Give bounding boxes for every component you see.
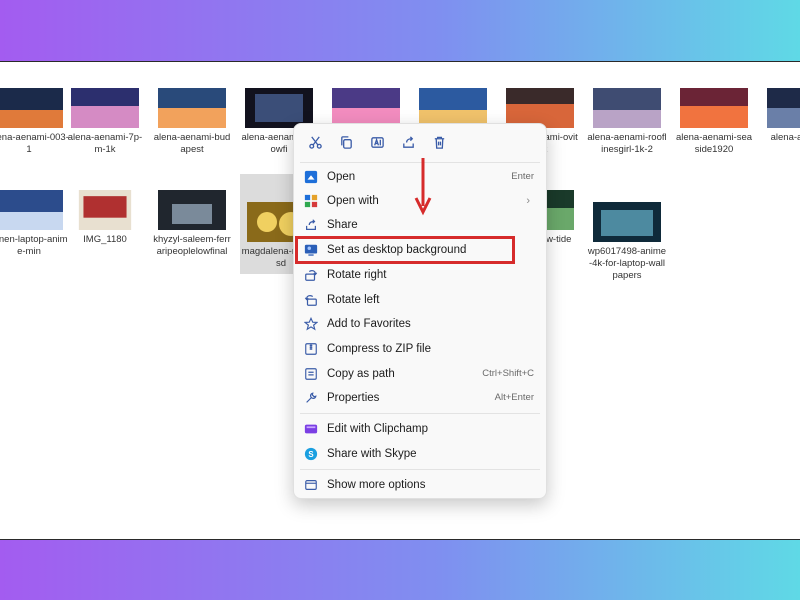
file-item-13[interactable]: khyzyl-saleem-ferraripeoplelowfinal <box>151 190 233 258</box>
image-thumbnail <box>593 202 661 242</box>
menu-item-rotate-left[interactable]: Rotate left <box>298 288 542 311</box>
menu-item-label: Share <box>327 218 358 231</box>
clipchamp-icon <box>303 421 319 437</box>
delete-button[interactable] <box>424 130 454 154</box>
open-icon <box>303 169 319 185</box>
more-options-icon <box>303 477 319 493</box>
svg-text:S: S <box>308 450 313 459</box>
share-button[interactable] <box>393 130 423 154</box>
image-thumbnail <box>680 88 748 128</box>
menu-item-label: Rotate right <box>327 268 387 281</box>
rotate-left-icon <box>303 292 319 308</box>
file-name: alena-aenami-7p-m-1k <box>67 132 143 155</box>
rename-button[interactable] <box>362 130 392 154</box>
file-name: IMG_1180 <box>83 234 127 245</box>
image-thumbnail <box>158 190 226 230</box>
file-name: alena-aenami- <box>770 132 800 143</box>
menu-item-label: Copy as path <box>327 367 395 380</box>
file-item-1[interactable]: alena-aenami-003-1 <box>0 88 70 156</box>
menu-item-share[interactable]: Share <box>298 213 542 236</box>
image-thumbnail <box>767 88 800 128</box>
file-item-8[interactable]: alena-aenami-rooflinesgirl-1k-2 <box>586 88 668 156</box>
image-thumbnail <box>332 88 400 128</box>
menu-item-add-to-favorites[interactable]: Add to Favorites <box>298 312 542 335</box>
menu-item-edit-with-clipchamp[interactable]: Edit with Clipchamp <box>298 417 542 440</box>
menu-item-label: Compress to ZIP file <box>327 342 431 355</box>
file-name: wp6017498-anime-4k-for-laptop-wallpapers <box>587 246 667 281</box>
menu-item-shortcut: Enter <box>511 171 534 182</box>
file-name: alena-aenami-budapest <box>153 132 231 155</box>
image-thumbnail <box>506 88 574 128</box>
rotate-right-icon <box>303 267 319 283</box>
zip-icon <box>303 341 319 357</box>
share-icon <box>402 135 414 148</box>
open-with-icon <box>303 193 319 209</box>
menu-item-label: Share with Skype <box>327 447 417 460</box>
menu-item-label: Add to Favorites <box>327 317 411 330</box>
file-item-3[interactable]: alena-aenami-budapest <box>151 88 233 156</box>
menu-separator <box>300 469 540 470</box>
delete-icon <box>434 136 444 149</box>
menu-item-rotate-right[interactable]: Rotate right <box>298 263 542 286</box>
copy-icon <box>340 135 352 149</box>
cut-button[interactable] <box>300 130 330 154</box>
image-thumbnail <box>0 190 63 230</box>
red-down-arrow-icon <box>414 158 432 216</box>
copy-path-icon <box>303 366 319 382</box>
file-item-2[interactable]: alena-aenami-7p-m-1k <box>64 88 146 156</box>
menu-item-label: Properties <box>327 391 380 404</box>
menu-item-properties[interactable]: Properties Alt+Enter <box>298 386 542 409</box>
cut-icon <box>308 135 322 149</box>
menu-item-compress-zip[interactable]: Compress to ZIP file <box>298 337 542 360</box>
menu-item-copy-as-path[interactable]: Copy as path Ctrl+Shift+C <box>298 362 542 385</box>
menu-item-share-with-skype[interactable]: S Share with Skype <box>298 442 542 465</box>
file-name: alena-aenami-003-1 <box>0 132 69 155</box>
image-thumbnail <box>71 88 139 128</box>
menu-item-shortcut: Alt+Enter <box>494 392 534 403</box>
star-icon <box>303 316 319 332</box>
properties-icon <box>303 390 319 406</box>
rename-icon <box>370 136 384 148</box>
image-thumbnail <box>158 88 226 128</box>
file-name: alena-aenami-rooflinesgirl-1k-2 <box>587 132 667 155</box>
copy-button[interactable] <box>331 130 361 154</box>
file-name: n-nen-laptop-anime-min <box>0 234 68 257</box>
share-icon <box>303 217 319 233</box>
quick-actions-bar <box>300 130 540 156</box>
image-thumbnail <box>245 88 313 128</box>
menu-separator <box>300 413 540 414</box>
menu-item-shortcut: Ctrl+Shift+C <box>482 368 534 379</box>
menu-item-show-more-options[interactable]: Show more options <box>298 473 542 496</box>
menu-item-label: Rotate left <box>327 293 380 306</box>
skype-icon: S <box>303 446 319 462</box>
image-thumbnail <box>78 190 132 230</box>
image-thumbnail <box>593 88 661 128</box>
file-item-9[interactable]: alena-aenami-seaside1920 <box>673 88 755 156</box>
file-name: khyzyl-saleem-ferraripeoplelowfinal <box>153 234 231 257</box>
menu-item-label: Edit with Clipchamp <box>327 422 428 435</box>
file-name: alena-aenami-seaside1920 <box>675 132 753 155</box>
image-thumbnail <box>419 88 487 128</box>
file-item-16[interactable]: wp6017498-anime-4k-for-laptop-wallpapers <box>586 202 668 282</box>
image-thumbnail <box>0 88 63 128</box>
menu-item-label: Show more options <box>327 478 426 491</box>
file-item-11[interactable]: n-nen-laptop-anime-min <box>0 190 70 258</box>
file-item-12[interactable]: IMG_1180 <box>64 190 146 246</box>
chevron-right-icon: › <box>526 194 530 207</box>
red-highlight-box <box>295 236 515 264</box>
file-item-10[interactable]: alena-aenami- <box>760 88 800 144</box>
